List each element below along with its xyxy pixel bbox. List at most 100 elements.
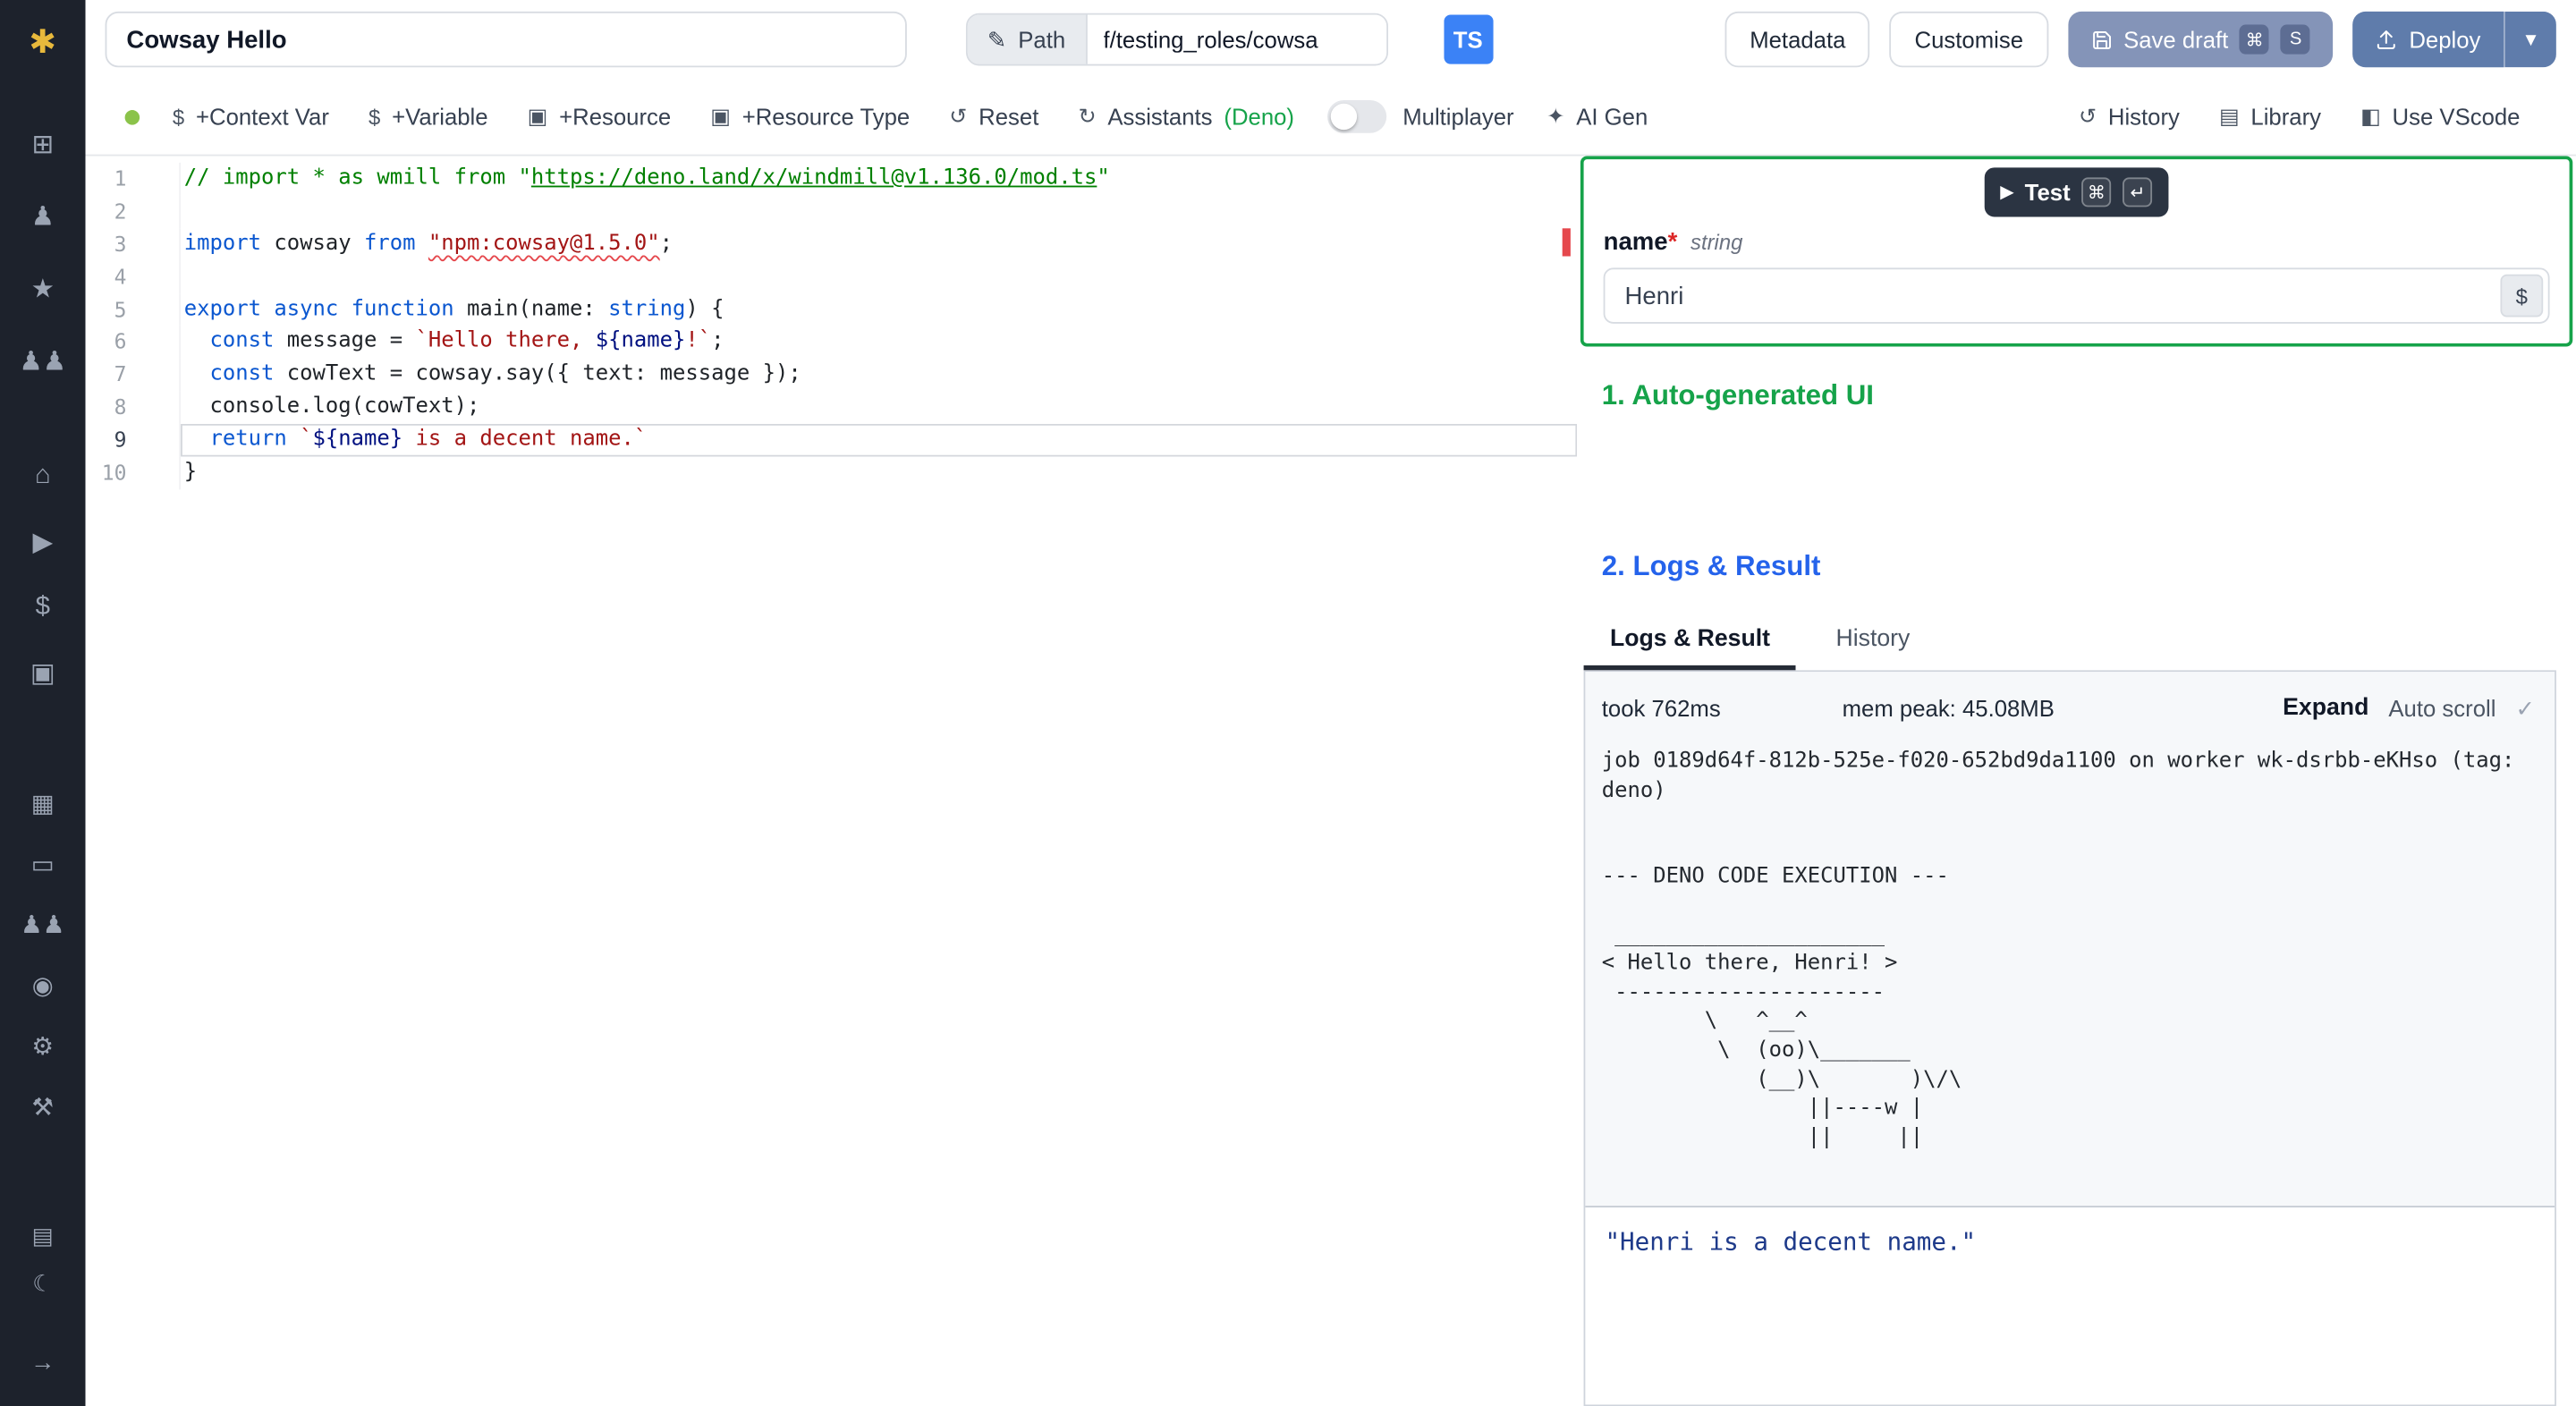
user-icon[interactable]: ♟ xyxy=(10,181,75,253)
schedules-calendar-icon[interactable]: ▦ xyxy=(10,772,75,833)
code-line-7[interactable]: 7 const cowText = cowsay.say({ text: mes… xyxy=(86,359,1578,392)
home-icon[interactable]: ⌂ xyxy=(10,444,75,509)
metadata-button[interactable]: Metadata xyxy=(1724,11,1870,68)
history-button-label: History xyxy=(2107,103,2180,131)
script-name-input[interactable] xyxy=(105,11,907,68)
test-button[interactable]: ▶ Test ⌘ ↵ xyxy=(1984,167,2169,217)
line-number: 4 xyxy=(86,260,182,293)
tab-logs-result[interactable]: Logs & Result xyxy=(1583,619,1797,671)
line-number: 10 xyxy=(86,456,182,490)
pencil-icon: ✎ xyxy=(987,25,1007,52)
use-vscode-button[interactable]: ◧ Use VScode xyxy=(2360,104,2520,130)
play-icon: ▶ xyxy=(2000,182,2013,201)
deploy-label: Deploy xyxy=(2409,26,2481,53)
add-variable-button[interactable]: $ +Variable xyxy=(369,104,488,130)
add-resource-button-label: +Resource xyxy=(559,103,672,131)
package-icon: ▣ xyxy=(710,103,731,129)
overview-error-marker xyxy=(1562,228,1571,257)
dark-mode-moon-icon[interactable]: ☾ xyxy=(10,1260,75,1308)
workers-icon[interactable]: ⚒ xyxy=(10,1076,75,1137)
code-line-5[interactable]: 5 export async function main(name: string… xyxy=(86,292,1578,326)
history-button[interactable]: ↺ History xyxy=(2079,104,2180,130)
status-dot xyxy=(124,109,140,124)
users-icon[interactable]: ♟♟ xyxy=(10,326,75,398)
code-editor[interactable]: 1// import * as wmill from "https://deno… xyxy=(85,156,1578,1406)
ai-gen-button[interactable]: ✦ AI Gen xyxy=(1546,104,1648,130)
reset-button[interactable]: ↺ Reset xyxy=(949,104,1038,130)
docs-icon[interactable]: ▤ xyxy=(10,1212,75,1259)
expand-button[interactable]: Expand xyxy=(2283,695,2368,721)
deploy-dropdown-button[interactable]: ▾ xyxy=(2504,11,2556,68)
code-line-1[interactable]: 1// import * as wmill from "https://deno… xyxy=(86,162,1578,196)
s-key-badge: S xyxy=(2281,24,2311,55)
section-auto-generated-ui-title: 1. Auto-generated UI xyxy=(1601,379,1874,411)
path-edit-button[interactable]: ✎ Path xyxy=(967,14,1088,64)
multiplayer-label: Multiplayer xyxy=(1402,103,1514,131)
arg-name-input[interactable] xyxy=(1603,267,2550,324)
groups-icon[interactable]: ♟♟ xyxy=(10,894,75,954)
dollar-icon: $ xyxy=(172,104,185,130)
library-icon: ▤ xyxy=(2218,103,2240,129)
reset-icon: ↺ xyxy=(949,103,968,129)
tab-history[interactable]: History xyxy=(1809,619,1936,670)
add-resource-type-button[interactable]: ▣ +Resource Type xyxy=(710,104,910,130)
cmd-key-badge: ⌘ xyxy=(2240,24,2270,55)
save-draft-label: Save draft xyxy=(2123,26,2229,53)
editor-toolbar: $ +Context Var $ +Variable ▣ +Resource ▣ +Resou… xyxy=(85,79,2576,157)
path-input[interactable] xyxy=(1087,14,1386,64)
deploy-button[interactable]: Deploy xyxy=(2352,11,2504,68)
use-vscode-button-label: Use VScode xyxy=(2392,103,2521,131)
star-icon[interactable]: ★ xyxy=(10,253,75,326)
log-area: took 762ms mem peak: 45.08MB Expand Auto… xyxy=(1585,672,2555,1207)
code-line-10[interactable]: 10} xyxy=(86,456,1578,490)
code-line-3[interactable]: 3 import cowsay from "npm:cowsay@1.5.0"; xyxy=(86,227,1578,261)
variables-dollar-icon[interactable]: $ xyxy=(10,575,75,640)
multiplayer-control: Multiplayer xyxy=(1326,100,1514,133)
assistants-button-label: Assistants xyxy=(1107,103,1213,131)
deploy-group: Deploy ▾ xyxy=(2352,11,2556,68)
dollar-icon: $ xyxy=(368,104,381,130)
save-draft-button[interactable]: Save draft ⌘ S xyxy=(2067,11,2334,68)
insert-variable-button[interactable]: $ xyxy=(2500,274,2544,318)
code-line-8[interactable]: 8 console.log(cowText); xyxy=(86,391,1578,425)
test-button-label: Test xyxy=(2024,179,2071,206)
deploy-icon xyxy=(2377,29,2398,50)
expand-sidebar-arrow-icon[interactable]: → xyxy=(10,1339,75,1386)
code-line-2[interactable]: 2 xyxy=(86,195,1578,228)
path-group: ✎ Path xyxy=(965,13,1388,66)
runs-play-icon[interactable]: ▶ xyxy=(10,509,75,574)
code-line-4[interactable]: 4 xyxy=(86,260,1578,293)
add-context-var-button[interactable]: $ +Context Var xyxy=(173,104,329,130)
autoscroll-label: Auto scroll xyxy=(2388,694,2496,722)
history-icon: ↺ xyxy=(2078,103,2097,129)
add-context-var-button-label: +Context Var xyxy=(195,103,329,131)
sidebar: ✱ ⊞ ♟ ★ ♟♟ ⌂ ▶ $ ▣ ▦ ▭ ♟♟ ◉ ⚙ ⚒ ▤ ☾ → xyxy=(0,0,86,1406)
line-number: 9 xyxy=(86,424,182,457)
section-logs-result-title: 2. Logs & Result xyxy=(1601,550,1821,582)
customise-button[interactable]: Customise xyxy=(1890,11,2048,68)
settings-gear-icon[interactable]: ⚙ xyxy=(10,1015,75,1076)
assistants-button[interactable]: ↻ Assistants (Deno) xyxy=(1078,104,1294,130)
code-line-9[interactable]: 9 return `${name} is a decent name.` xyxy=(86,424,1578,457)
save-icon xyxy=(2090,29,2112,50)
line-number: 3 xyxy=(86,227,182,261)
multiplayer-toggle[interactable] xyxy=(1326,100,1386,133)
arg-name: name xyxy=(1603,228,1668,257)
audit-eye-icon[interactable]: ◉ xyxy=(10,954,75,1015)
library-button[interactable]: ▤ Library xyxy=(2219,104,2321,130)
toolbar-left: $ +Context Var $ +Variable ▣ +Resource ▣ +Resou… xyxy=(173,104,1294,130)
autoscroll-checkbox[interactable]: ✓ xyxy=(2515,694,2535,722)
logs-result-panel: took 762ms mem peak: 45.08MB Expand Auto… xyxy=(1583,670,2556,1406)
grid-icon[interactable]: ⊞ xyxy=(10,108,75,181)
code-line-6[interactable]: 6 const message = `Hello there, ${name}!… xyxy=(86,326,1578,360)
result-value: "Henri is a decent name." xyxy=(1605,1227,1977,1258)
assistants-button-suffix: (Deno) xyxy=(1224,103,1295,131)
resources-boxes-icon[interactable]: ▣ xyxy=(10,640,75,706)
line-number: 2 xyxy=(86,195,182,228)
ai-gen-label: AI Gen xyxy=(1576,103,1648,131)
windmill-logo-icon[interactable]: ✱ xyxy=(29,13,56,69)
add-resource-button[interactable]: ▣ +Resource xyxy=(528,104,672,130)
library-button-label: Library xyxy=(2250,103,2322,131)
language-badge: TS xyxy=(1443,14,1493,64)
folders-icon[interactable]: ▭ xyxy=(10,833,75,894)
